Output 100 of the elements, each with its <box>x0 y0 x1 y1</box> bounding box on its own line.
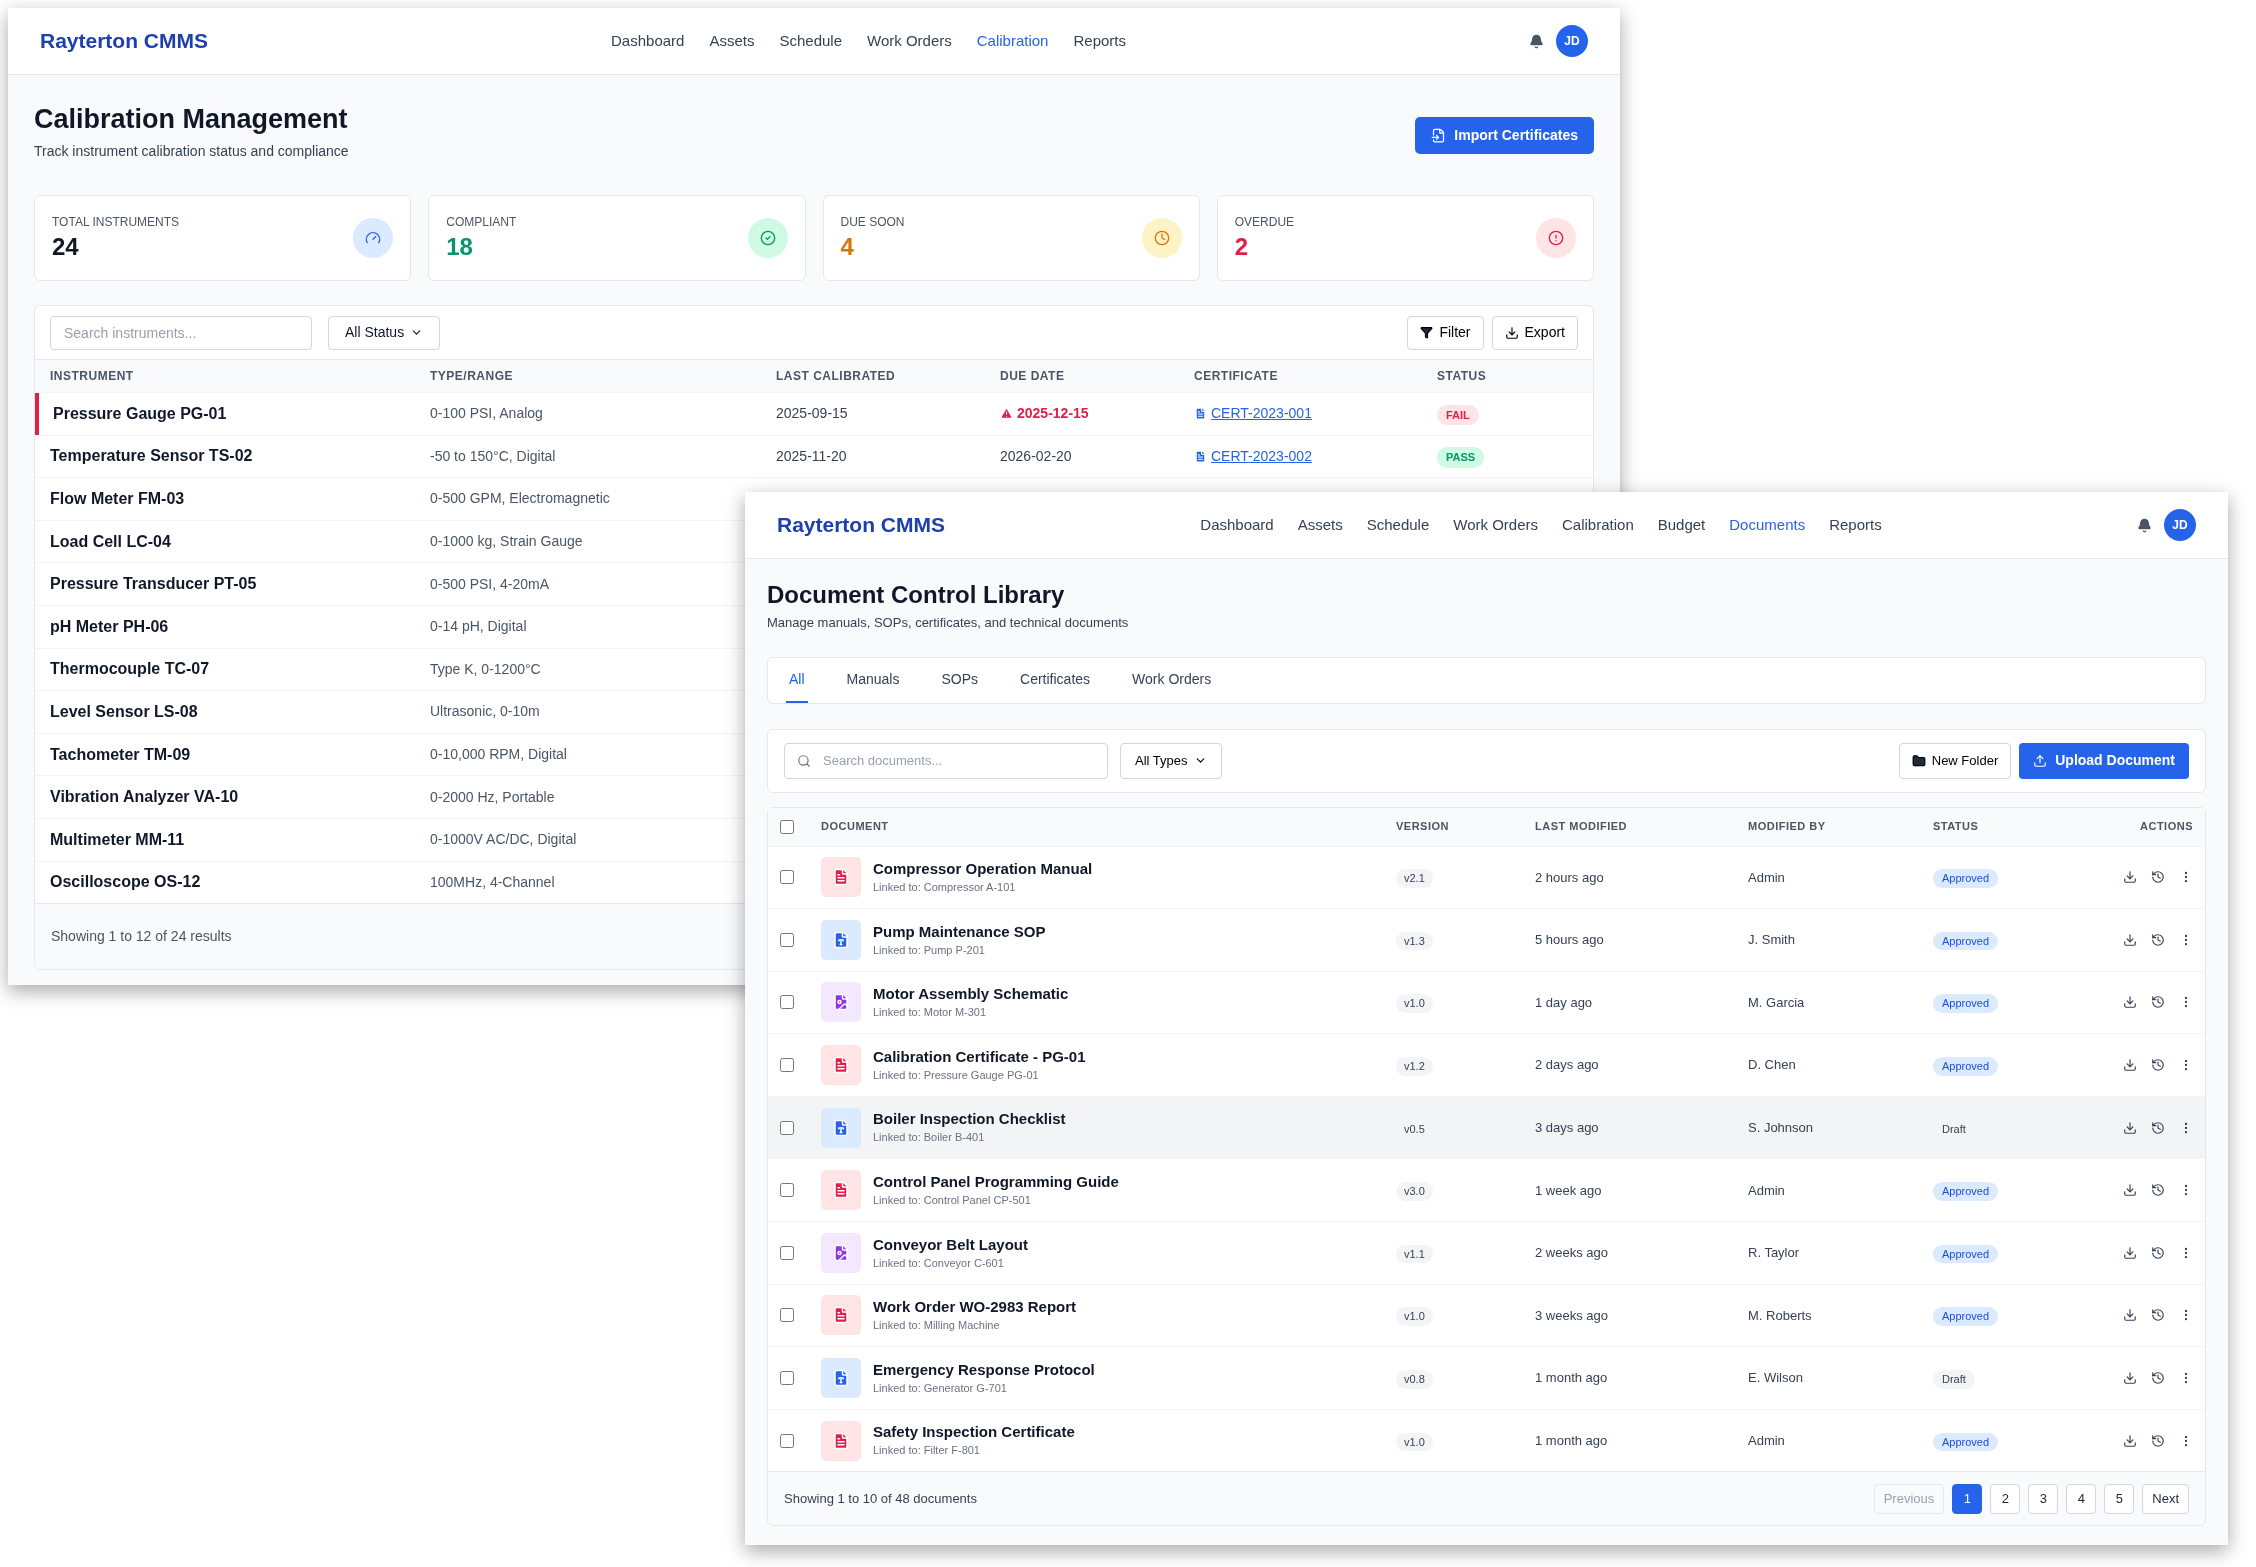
download-icon[interactable] <box>2123 1308 2137 1323</box>
row-checkbox[interactable] <box>780 1371 794 1386</box>
certificate-link[interactable]: CERT-2023-002 <box>1194 445 1437 467</box>
type-dropdown[interactable]: All Types <box>1120 742 1222 779</box>
history-icon[interactable] <box>2151 870 2165 885</box>
document-name[interactable]: Work Order WO-2983 Report <box>873 1297 1077 1318</box>
status-tag: Draft <box>1933 1370 1975 1389</box>
row-checkbox[interactable] <box>780 870 794 885</box>
warning-icon <box>1000 407 1013 421</box>
status-tag: PASS <box>1437 447 1485 468</box>
document-name[interactable]: Pump Maintenance SOP <box>873 921 1046 942</box>
history-icon[interactable] <box>2151 1433 2165 1448</box>
page-number-button[interactable]: 1 <box>1952 1483 1983 1514</box>
nav-link[interactable]: Assets <box>709 29 755 53</box>
search-field[interactable]: Search instruments... <box>50 315 312 350</box>
row-checkbox[interactable] <box>780 1245 794 1260</box>
download-icon[interactable] <box>2123 1058 2137 1073</box>
status-dropdown[interactable]: All Status <box>328 315 441 350</box>
page-number-button[interactable]: 5 <box>2104 1483 2135 1514</box>
document-name[interactable]: Boiler Inspection Checklist <box>873 1109 1066 1130</box>
row-checkbox[interactable] <box>780 995 794 1010</box>
nav-link[interactable]: Dashboard <box>611 29 685 53</box>
document-name[interactable]: Compressor Operation Manual <box>873 859 1093 880</box>
history-icon[interactable] <box>2151 1245 2165 1260</box>
select-all-checkbox[interactable] <box>780 819 794 834</box>
brand-logo[interactable]: Rayterton CMMS <box>40 25 208 57</box>
category-tab[interactable]: Manuals <box>843 658 903 703</box>
download-icon[interactable] <box>2123 1183 2137 1198</box>
page-number-button[interactable]: 4 <box>2066 1483 2097 1514</box>
version-tag: v1.1 <box>1396 1244 1433 1264</box>
history-icon[interactable] <box>2151 932 2165 947</box>
nav-link[interactable]: Reports <box>1829 513 1882 537</box>
download-icon[interactable] <box>2123 1120 2137 1135</box>
nav-link[interactable]: Budget <box>1657 513 1706 537</box>
history-icon[interactable] <box>2151 995 2165 1010</box>
document-name[interactable]: Conveyor Belt Layout <box>873 1234 1029 1255</box>
row-checkbox[interactable] <box>780 1058 794 1073</box>
nav-link[interactable]: Assets <box>1297 513 1343 537</box>
history-icon[interactable] <box>2151 1058 2165 1073</box>
filter-button[interactable]: Filter <box>1407 315 1484 350</box>
document-name[interactable]: Emergency Response Protocol <box>873 1359 1095 1380</box>
nav-link[interactable]: Documents <box>1729 513 1806 537</box>
document-name[interactable]: Motor Assembly Schematic <box>873 984 1069 1005</box>
download-icon[interactable] <box>2123 1371 2137 1386</box>
row-checkbox[interactable] <box>780 1120 794 1135</box>
download-icon[interactable] <box>2123 870 2137 885</box>
last-modified: 1 month ago <box>1535 1369 1609 1388</box>
nav-link[interactable]: Schedule <box>1366 513 1430 537</box>
user-avatar[interactable]: JD <box>1556 25 1588 57</box>
nav-link[interactable]: Calibration <box>1562 513 1634 537</box>
nav-link[interactable]: Dashboard <box>1200 513 1274 537</box>
nav-link[interactable]: Schedule <box>779 29 842 53</box>
search-field[interactable]: Search documents... <box>784 742 1108 779</box>
nav-link[interactable]: Work Orders <box>867 29 952 53</box>
page-number-button[interactable]: 2 <box>1990 1483 2021 1514</box>
nav-link[interactable]: Work Orders <box>1453 513 1538 537</box>
document-name[interactable]: Control Panel Programming Guide <box>873 1172 1119 1192</box>
history-icon[interactable] <box>2151 1120 2165 1135</box>
linked-asset: Linked to: Pressure Gauge PG-01 <box>873 1067 1040 1083</box>
column-header: STATUS <box>1933 819 1980 835</box>
history-icon[interactable] <box>2151 1183 2165 1198</box>
modified-by: J. Smith <box>1748 931 1796 950</box>
brand-logo[interactable]: Rayterton CMMS <box>777 509 945 541</box>
next-page-button[interactable]: Next <box>2142 1483 2189 1514</box>
file-icon <box>1194 407 1207 421</box>
category-tab[interactable]: All <box>786 658 808 703</box>
row-checkbox[interactable] <box>780 1183 794 1198</box>
page-subtitle: Track instrument calibration status and compliance <box>34 142 349 161</box>
last-calibrated-date: 2025-09-15 <box>776 404 849 424</box>
document-name[interactable]: Safety Inspection Certificate <box>873 1422 1075 1443</box>
nav-link[interactable]: Reports <box>1073 29 1126 53</box>
row-checkbox[interactable] <box>780 932 794 947</box>
certificate-link[interactable]: CERT-2023-001 <box>1194 403 1437 425</box>
category-tab[interactable]: Work Orders <box>1129 658 1215 703</box>
page-number-button[interactable]: 3 <box>2028 1483 2059 1514</box>
type-range: 0-100 PSI, Analog <box>430 404 544 424</box>
type-range: 0-500 PSI, 4-20mA <box>430 574 551 594</box>
category-tab[interactable]: SOPs <box>938 658 982 703</box>
history-icon[interactable] <box>2151 1308 2165 1323</box>
download-icon[interactable] <box>2123 932 2137 947</box>
user-avatar[interactable]: JD <box>2164 509 2196 541</box>
import-certificates-button[interactable]: Import Certificates <box>1415 117 1594 154</box>
download-icon[interactable] <box>2123 1245 2137 1260</box>
document-name[interactable]: Calibration Certificate - PG-01 <box>873 1046 1086 1067</box>
history-icon[interactable] <box>2151 1371 2165 1386</box>
last-modified: 2 weeks ago <box>1535 1244 1609 1263</box>
version-tag: v0.8 <box>1396 1370 1433 1389</box>
category-tab[interactable]: Certificates <box>1017 658 1094 703</box>
row-checkbox[interactable] <box>780 1308 794 1323</box>
row-checkbox[interactable] <box>780 1433 794 1448</box>
notification-bell-icon[interactable] <box>2137 517 2152 533</box>
download-icon[interactable] <box>2123 995 2137 1010</box>
linked-asset: Linked to: Boiler B-401 <box>873 1130 986 1146</box>
nav-link[interactable]: Calibration <box>976 29 1049 53</box>
download-icon[interactable] <box>2123 1433 2137 1448</box>
new-folder-button[interactable]: New Folder <box>1898 742 2012 779</box>
export-button[interactable]: Export <box>1491 315 1578 350</box>
upload-document-button[interactable]: Upload Document <box>2019 742 2189 779</box>
document-row[interactable]: Boiler Inspection Checklist Linked to: Boiler B-401 v0.5 3 days ago S. Johnson Draft <box>768 1095 2205 1159</box>
notification-bell-icon[interactable] <box>1529 33 1544 49</box>
